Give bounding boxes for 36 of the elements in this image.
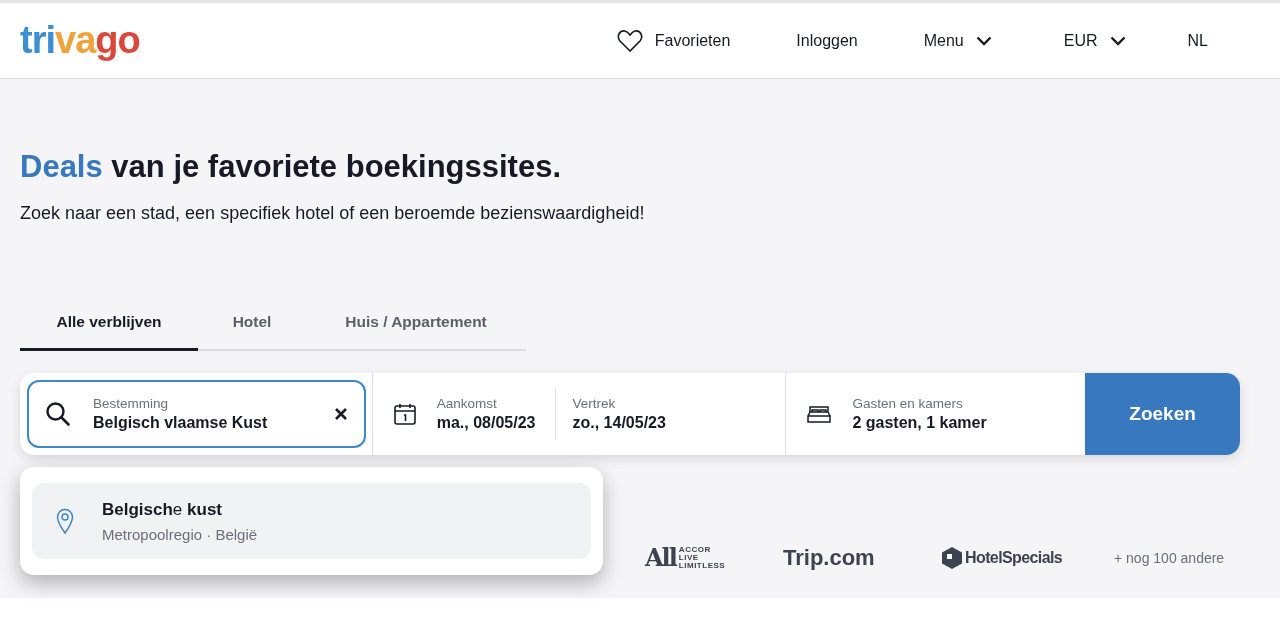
field-label: Aankomst bbox=[436, 396, 498, 411]
field-label: Vertrek bbox=[572, 396, 617, 411]
dates-field[interactable]: Aankomst ma., 08/05/23 Vertrek zo., 14/05/23 bbox=[371, 373, 786, 455]
search-icon bbox=[45, 401, 71, 427]
hero-title: Deals van je favoriete boekingssites. bbox=[20, 148, 563, 186]
clear-icon[interactable] bbox=[333, 407, 348, 421]
heart-icon bbox=[616, 28, 643, 53]
more-partners-text: + nog 100 andere bbox=[1114, 549, 1225, 566]
nav-dropdown-button[interactable]: EUR bbox=[1063, 31, 1126, 50]
nav-dropdown-button[interactable]: Menu bbox=[923, 31, 992, 50]
suggestion-title: Belgische kust bbox=[102, 499, 223, 520]
hotelspecials-logo: HotelSpecials bbox=[941, 545, 1114, 570]
bed-icon bbox=[806, 404, 833, 424]
category-tab[interactable]: Hotel bbox=[198, 299, 306, 351]
nav-link[interactable]: Inloggen bbox=[796, 31, 858, 50]
suggestion-subtitle: Metropoolregio · België bbox=[102, 525, 258, 543]
field-value: zo., 14/05/23 bbox=[572, 414, 666, 432]
field-label: Bestemming bbox=[93, 396, 170, 411]
field-value: Belgisch vlaamse Kust bbox=[93, 414, 268, 432]
trivago-logo[interactable]: trivago bbox=[20, 19, 140, 62]
destination-field[interactable]: Bestemming Belgisch vlaamse Kust bbox=[27, 380, 366, 448]
location-pin-icon bbox=[56, 508, 74, 534]
suggestion-item[interactable]: Belgische kust Metropoolregio · België bbox=[32, 483, 591, 559]
trip-logo: Trip.com bbox=[783, 544, 876, 571]
calendar-icon bbox=[392, 402, 417, 426]
chevron-down-icon bbox=[1109, 35, 1126, 46]
nav-link[interactable]: NL bbox=[1187, 31, 1208, 50]
category-tab[interactable]: Huis / Appartement bbox=[306, 299, 526, 351]
field-label: Gasten en kamers bbox=[852, 396, 964, 411]
search-button[interactable]: Zoeken bbox=[1085, 373, 1240, 455]
field-value: ma., 08/05/23 bbox=[436, 414, 536, 432]
field-value: 2 gasten, 1 kamer bbox=[852, 414, 987, 432]
hero-subtitle: Zoek naar een stad, een specifiek hotel of een beroemde bezienswaardigheid! bbox=[20, 202, 646, 225]
nav-favorites-link[interactable]: Favorieten bbox=[616, 28, 731, 53]
chevron-down-icon bbox=[975, 35, 992, 46]
category-tab[interactable]: Alle verblijven bbox=[20, 299, 198, 351]
